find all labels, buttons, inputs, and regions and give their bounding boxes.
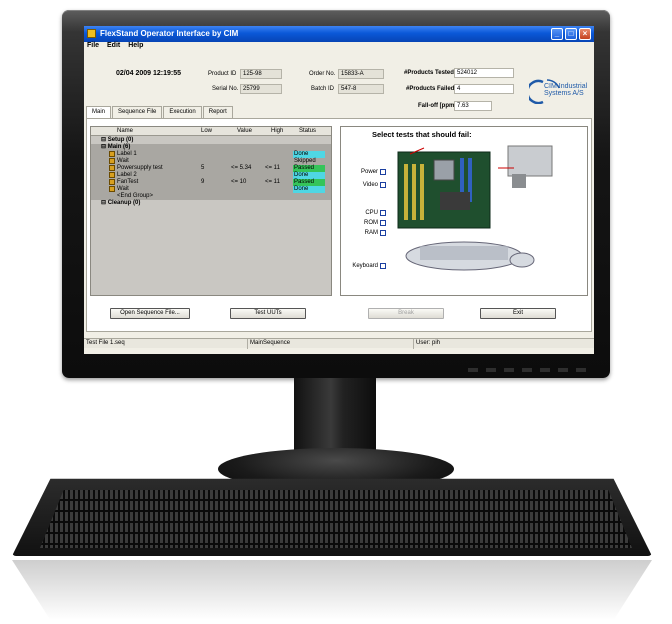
menu-file[interactable]: File (87, 42, 99, 49)
batch-id-field[interactable]: 547-8 (338, 84, 384, 94)
rom-checkbox[interactable] (380, 220, 386, 226)
status-badge: Done (293, 151, 325, 158)
status-badge: Done (293, 186, 325, 193)
power-label: Power (360, 169, 378, 175)
serial-no-field[interactable]: 25799 (240, 84, 282, 94)
datetime-display: 02/04 2009 12:19:55 (116, 70, 181, 77)
break-button[interactable]: Break (368, 308, 444, 319)
col-low: Low (201, 128, 213, 134)
col-name: Name (117, 128, 134, 134)
keyboard-reflection (12, 560, 652, 620)
row-value: <= 10 (231, 179, 247, 185)
menu-bar: File Edit Help (84, 42, 594, 53)
row-value: <= 5.34 (231, 165, 252, 171)
test-uuts-button[interactable]: Test UUTs (230, 308, 306, 319)
batch-id-label: Batch ID (311, 86, 335, 92)
monitor-buttons (468, 368, 588, 372)
tab-report[interactable]: Report (202, 106, 233, 118)
minimize-icon[interactable]: _ (551, 28, 563, 40)
status-badge: Passed (293, 165, 325, 172)
products-tested-label: #Products Tested (404, 70, 454, 76)
order-no-field[interactable]: 15833-A (338, 69, 384, 79)
sequence-view[interactable]: Name Low Value High Status ⊟ Setup (0) ⊟ … (90, 126, 332, 296)
rom-label: ROM (364, 220, 378, 226)
exit-button[interactable]: Exit (480, 308, 556, 319)
status-badge: Skipped (294, 158, 316, 164)
status-user: User: pih (416, 340, 441, 346)
step-icon (109, 179, 115, 185)
serial-no-label: Serial No. (212, 86, 239, 92)
status-badge: Passed (293, 179, 325, 186)
products-tested-field: 524012 (454, 68, 514, 78)
step-icon (109, 165, 115, 171)
sequence-row[interactable]: ⊟ Cleanup (0) (91, 200, 331, 207)
logo-text: CIM Industrial Systems A/S (544, 83, 587, 97)
video-checkbox[interactable] (380, 182, 386, 188)
falloff-field: 7.63 (454, 101, 492, 111)
menu-help[interactable]: Help (128, 42, 143, 49)
row-low: 5 (201, 165, 205, 171)
logo-line1: CIM Industrial (544, 83, 588, 90)
window-controls: _ □ × (551, 28, 591, 40)
open-sequence-button[interactable]: Open Sequence File... (110, 308, 190, 319)
window-title: FlexStand Operator Interface by CIM (100, 29, 239, 38)
keyboard-keys (40, 490, 632, 548)
close-icon[interactable]: × (579, 28, 591, 40)
tab-sequence-file[interactable]: Sequence File (112, 106, 163, 118)
maximize-icon[interactable]: □ (565, 28, 577, 40)
power-checkbox[interactable] (380, 169, 386, 175)
sequence-header: Name Low Value High Status (91, 127, 331, 136)
tab-execution[interactable]: Execution (163, 106, 202, 118)
ram-label: RAM (364, 230, 378, 236)
keyboard-checkbox[interactable] (380, 263, 386, 269)
menu-edit[interactable]: Edit (107, 42, 120, 49)
status-bar: Test File 1.seq MainSequence User: pih (84, 338, 594, 349)
video-label: Video (362, 182, 378, 188)
falloff-label: Fall-off [ppm] (418, 103, 457, 109)
status-file: Test File 1.seq (84, 339, 248, 349)
step-icon (109, 172, 115, 178)
status-badge: Done (293, 172, 325, 179)
tab-strip: Main Sequence File Execution Report (86, 106, 234, 119)
keyboard-label: Keyboard (352, 263, 378, 269)
col-status: Status (299, 128, 317, 134)
product-id-field[interactable]: 125-98 (240, 69, 282, 79)
order-no-label: Order No. (309, 71, 336, 77)
row-high: <= 11 (265, 165, 280, 171)
col-high: High (271, 128, 284, 134)
row-name: ⊟ Cleanup (0) (101, 200, 141, 206)
hardware-title: Select tests that should fail: (372, 130, 472, 139)
row-high: <= 11 (265, 179, 280, 185)
ram-checkbox[interactable] (380, 230, 386, 236)
step-icon (109, 158, 115, 164)
status-sequence: MainSequence (248, 339, 414, 349)
app-icon (87, 29, 96, 38)
step-icon (109, 186, 115, 192)
logo-line2: Systems A/S (544, 90, 584, 97)
products-failed-field: 4 (454, 84, 514, 94)
product-id-label: Product ID (208, 71, 237, 77)
row-low: 9 (201, 179, 205, 185)
products-failed-label: #Products Failed (406, 86, 455, 92)
title-bar: FlexStand Operator Interface by CIM _ □ … (84, 26, 594, 42)
app-window: FlexStand Operator Interface by CIM _ □ … (84, 26, 594, 354)
computer-parts-image (397, 145, 553, 271)
col-value: Value (237, 128, 252, 134)
cpu-label: CPU (365, 210, 378, 216)
cpu-checkbox[interactable] (380, 210, 386, 216)
step-icon (109, 151, 115, 157)
